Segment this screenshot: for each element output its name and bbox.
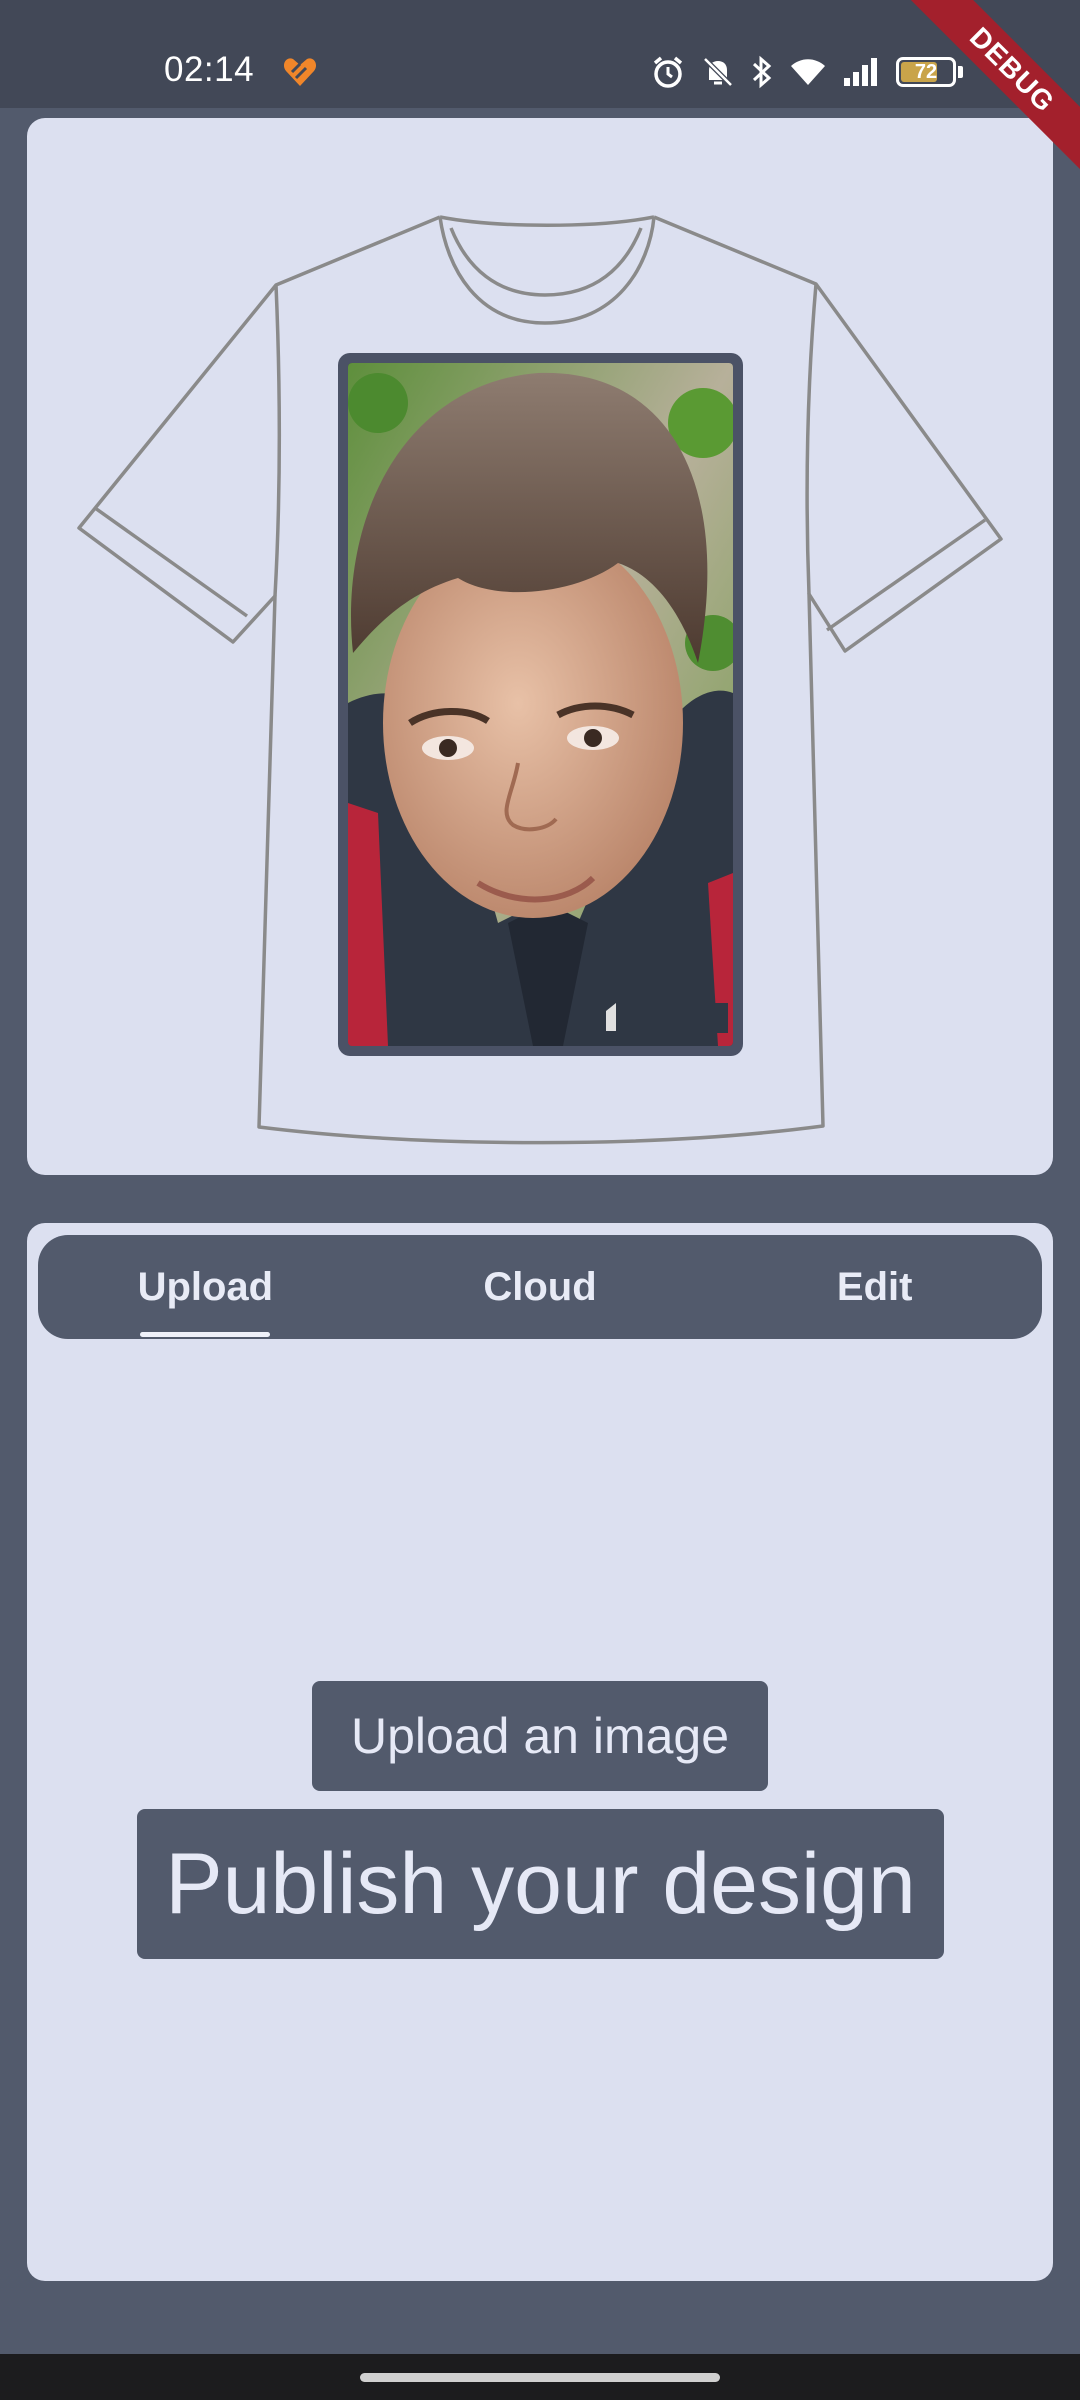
editor-panel: Upload Cloud Edit Upload an image Publis…: [27, 1223, 1053, 2281]
bell-off-icon: [700, 54, 736, 90]
status-icons: 72: [650, 50, 963, 94]
publish-design-button[interactable]: Publish your design: [137, 1809, 944, 1959]
tab-edit[interactable]: Edit: [707, 1235, 1042, 1339]
user-photo: [348, 363, 733, 1046]
status-bar: 02:14 72: [0, 0, 1080, 108]
wifi-icon: [788, 54, 828, 90]
status-time: 02:14: [164, 50, 255, 89]
tshirt-preview: [27, 118, 1053, 1175]
home-gesture-handle[interactable]: [360, 2373, 720, 2382]
battery-level: 72: [914, 60, 938, 83]
signal-icon: [842, 54, 882, 90]
battery-icon: 72: [896, 57, 963, 87]
design-frame[interactable]: [338, 353, 743, 1056]
upload-image-button[interactable]: Upload an image: [312, 1681, 768, 1791]
system-nav-bar: [0, 2354, 1080, 2400]
battery-tip: [958, 66, 963, 78]
tab-cloud[interactable]: Cloud: [373, 1235, 708, 1339]
tab-upload[interactable]: Upload: [38, 1235, 373, 1339]
battery-indicator: 72: [896, 57, 956, 87]
alarm-icon: [650, 54, 686, 90]
app-heart-icon: [282, 54, 318, 90]
user-photo-icon: [348, 363, 733, 1046]
tab-bar: Upload Cloud Edit: [38, 1235, 1042, 1339]
bluetooth-icon: [750, 54, 774, 90]
